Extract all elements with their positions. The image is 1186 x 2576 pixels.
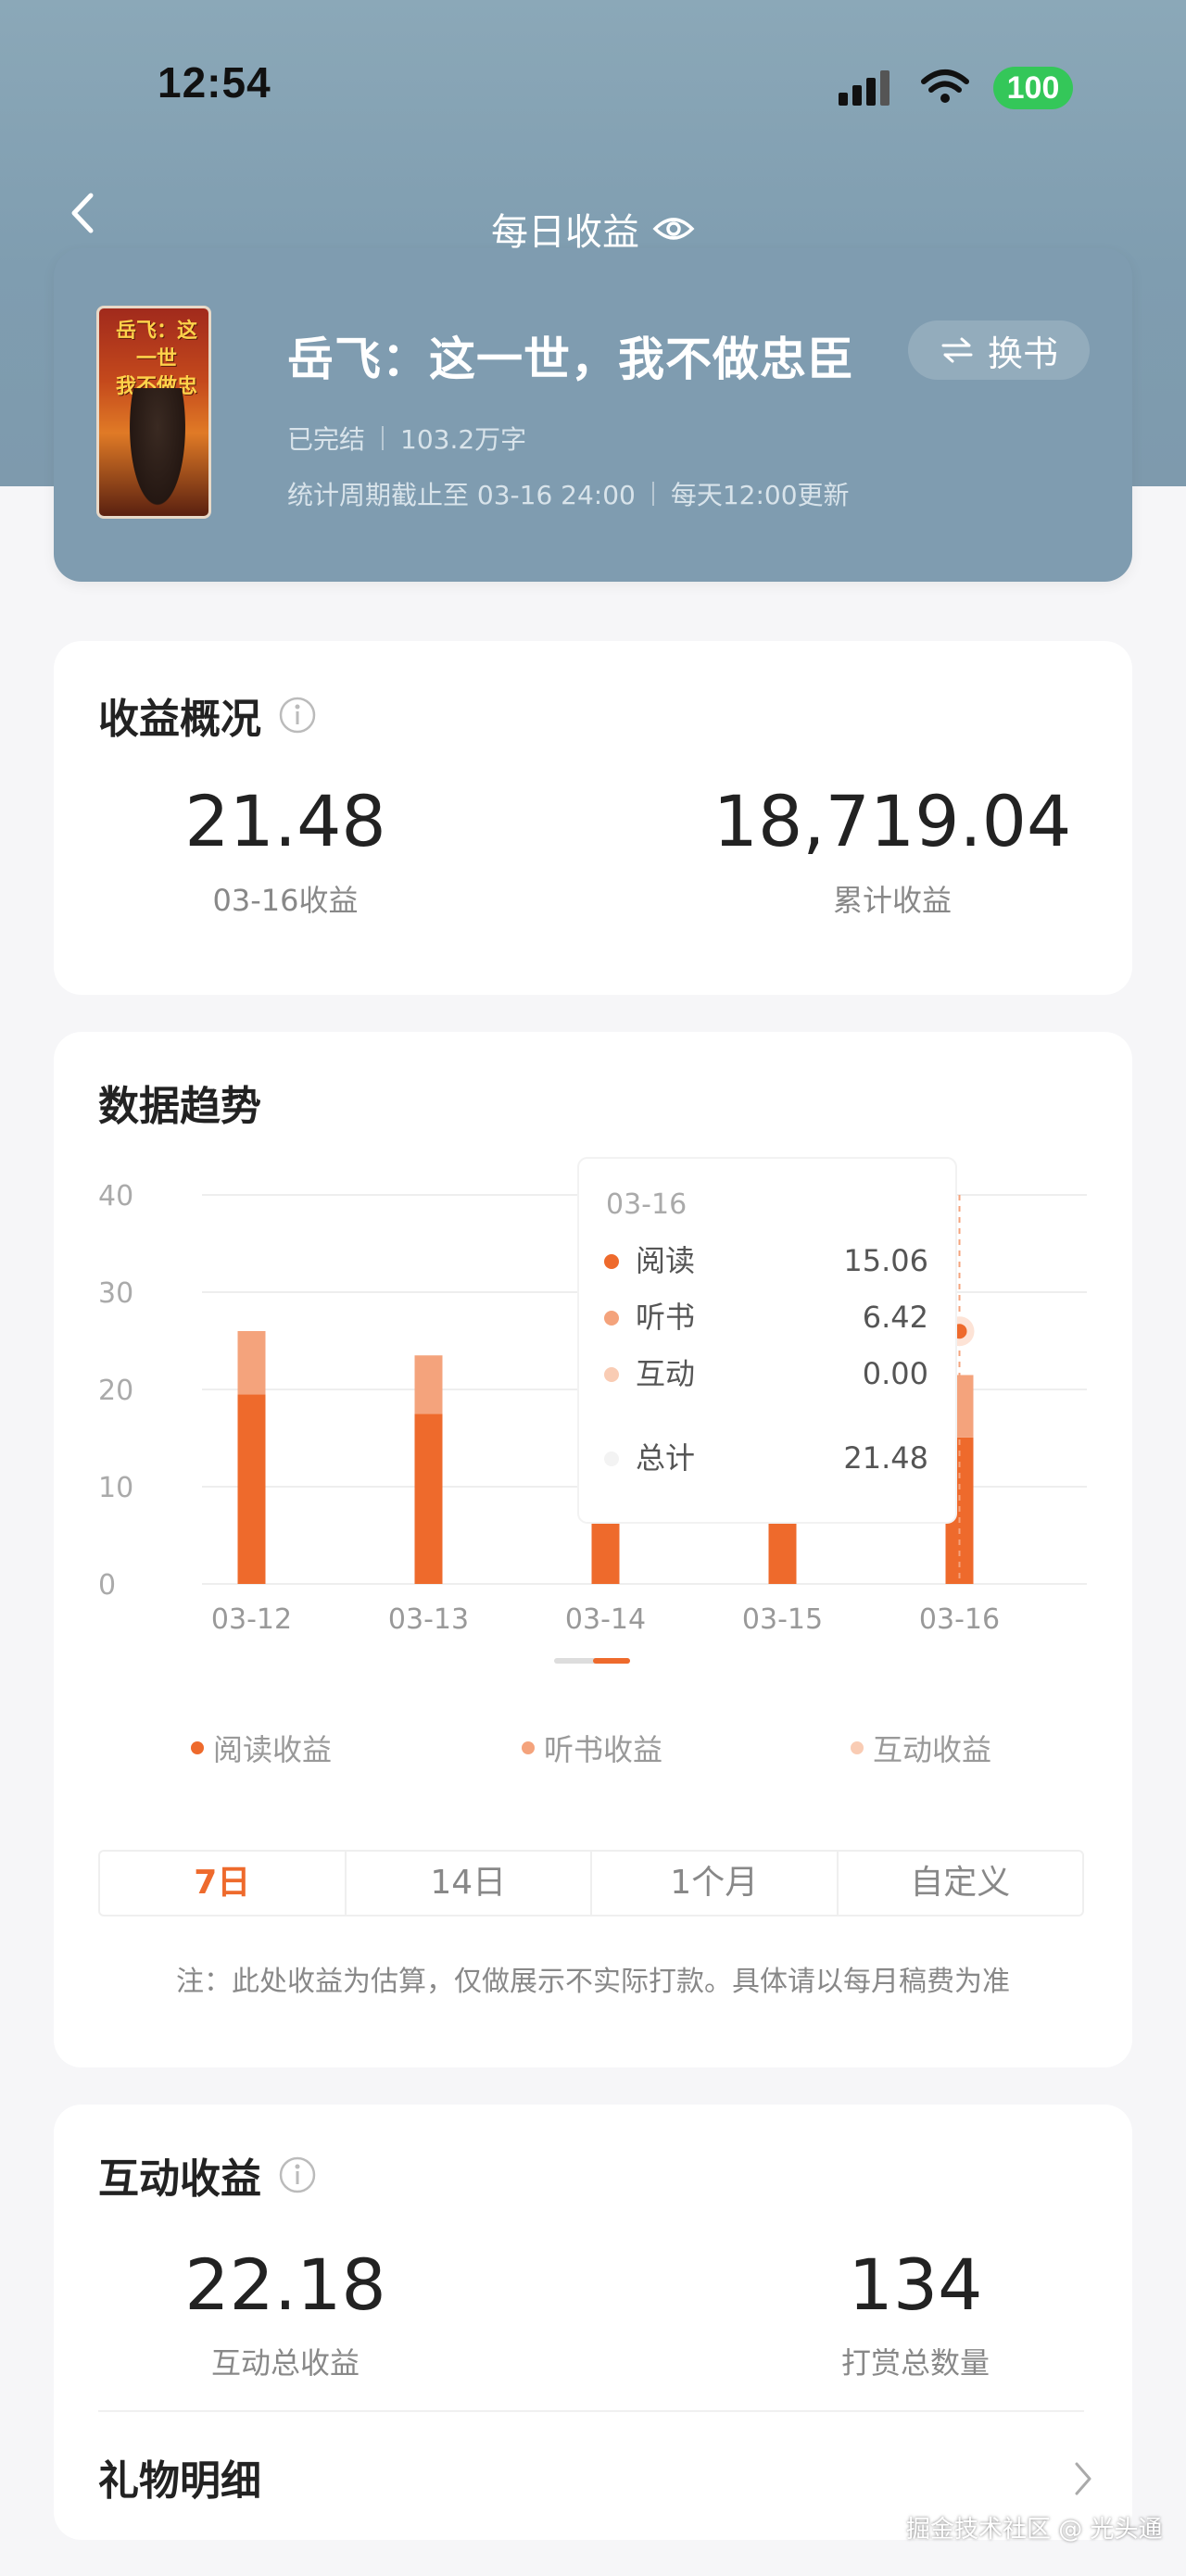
legend-item[interactable]: 阅读收益	[191, 1727, 332, 1769]
trend-card: 数据趋势 0 10 20 30 40 03-12 03-13 03-14 03-15 03-16 0…	[54, 1032, 1132, 2067]
interaction-total-value: 22.18	[184, 2243, 386, 2326]
y-tick-label: 10	[98, 1472, 133, 1504]
word-count: 103.2万字	[400, 424, 527, 455]
watermark: 掘金技术社区 @ 光头通	[906, 2516, 1163, 2544]
daily-earnings-value: 21.48	[184, 780, 386, 862]
daily-earnings-label: 03-16收益	[212, 883, 359, 918]
book-status: 已完结	[287, 424, 366, 455]
tooltip-date: 03-16	[606, 1188, 687, 1221]
range-1m[interactable]: 1个月	[592, 1852, 839, 1915]
x-tick-label: 03-15	[742, 1603, 823, 1636]
tips-count-value: 134	[848, 2243, 983, 2326]
overview-title: 收益概况	[98, 685, 317, 745]
book-meta: 已完结 103.2万字	[287, 420, 526, 457]
tooltip-label: 听书	[636, 1300, 695, 1335]
range-14d[interactable]: 14日	[347, 1852, 592, 1915]
scroll-thumb	[593, 1658, 630, 1664]
disclaimer-note: 注：此处收益为估算，仅做展示不实际打款。具体请以每月稿费为准	[176, 1966, 1010, 1998]
trend-chart: 0 10 20 30 40 03-12 03-13 03-14 03-15 03-16 03-16 阅…	[98, 1157, 1087, 1664]
total-earnings-label: 累计收益	[832, 883, 952, 918]
legend-dot	[191, 1741, 204, 1754]
interaction-total-label: 互动总收益	[210, 2345, 360, 2381]
range-custom[interactable]: 自定义	[839, 1852, 1083, 1915]
swap-book-label: 换书	[987, 333, 1058, 374]
signal-icon	[839, 70, 890, 106]
info-icon[interactable]	[278, 696, 317, 735]
legend-label: 听书收益	[544, 1732, 663, 1767]
x-tick-label: 03-13	[388, 1603, 469, 1636]
range-selector: 7日 14日 1个月 自定义	[98, 1850, 1084, 1916]
tooltip-label: 互动	[636, 1356, 695, 1391]
y-tick-label: 0	[98, 1569, 116, 1602]
x-tick-label: 03-16	[919, 1603, 1000, 1636]
book-cover[interactable]: 岳飞：这一世 我不做忠臣	[96, 306, 211, 519]
tips-count-label: 打赏总数量	[840, 2345, 990, 2381]
cover-figure	[125, 388, 190, 516]
bar-阅读-03-13	[414, 1414, 443, 1584]
tooltip-dot	[604, 1451, 619, 1466]
x-tick-label: 03-14	[565, 1603, 646, 1636]
tooltip-total-label: 总计	[636, 1440, 695, 1476]
swap-icon	[941, 337, 973, 363]
swap-book-button[interactable]: 换书	[908, 320, 1090, 380]
y-tick-label: 30	[98, 1277, 133, 1310]
tooltip-value: 6.42	[863, 1300, 928, 1335]
tooltip-value: 15.06	[843, 1243, 928, 1278]
legend-dot	[522, 1741, 535, 1754]
overview-card: 收益概况 21.48 03-16收益 18,719.04 累计收益	[54, 641, 1132, 995]
tooltip-dot	[604, 1254, 619, 1269]
battery-indicator: 100	[993, 67, 1073, 109]
total-earnings-value: 18,719.04	[713, 780, 1072, 862]
y-tick-label: 40	[98, 1180, 133, 1213]
y-tick-label: 20	[98, 1375, 133, 1407]
divider	[382, 426, 385, 450]
book-card: 岳飞：这一世 我不做忠臣 岳飞：这一世，我不做忠臣 换书 已完结 103.2万字…	[54, 248, 1132, 582]
legend-item[interactable]: 互动收益	[851, 1727, 991, 1769]
bar-听书-03-13	[414, 1355, 443, 1414]
legend-item[interactable]: 听书收益	[522, 1727, 662, 1769]
tooltip-dot	[604, 1311, 619, 1326]
divider	[98, 2410, 1084, 2412]
interaction-title: 互动收益	[98, 2145, 317, 2205]
range-7d[interactable]: 7日	[100, 1852, 347, 1915]
status-time: 12:54	[158, 58, 271, 107]
interaction-title-text: 互动收益	[98, 2155, 261, 2203]
x-tick-label: 03-12	[211, 1603, 292, 1636]
update-text: 每天12:00更新	[670, 480, 850, 510]
gift-detail-row[interactable]: 礼物明细	[98, 2447, 261, 2507]
bar-听书-03-12	[237, 1331, 266, 1395]
period-text: 统计周期截止至 03-16 24:00	[287, 480, 636, 510]
chevron-right-icon[interactable]	[1071, 2460, 1095, 2497]
eye-icon[interactable]	[652, 215, 695, 243]
tooltip-value: 0.00	[863, 1356, 928, 1391]
legend-label: 互动收益	[873, 1732, 992, 1767]
tooltip-label: 阅读	[636, 1243, 695, 1278]
book-title: 岳飞：这一世，我不做忠臣	[287, 333, 854, 386]
tooltip-total-value: 21.48	[843, 1440, 928, 1476]
info-icon[interactable]	[278, 2155, 317, 2194]
legend-dot	[851, 1741, 864, 1754]
bar-阅读-03-12	[237, 1394, 266, 1584]
overview-title-text: 收益概况	[98, 696, 261, 743]
legend-label: 阅读收益	[213, 1732, 333, 1767]
wifi-icon	[921, 69, 969, 103]
divider	[651, 482, 654, 506]
book-period: 统计周期截止至 03-16 24:00 每天12:00更新	[287, 475, 850, 512]
interaction-card: 互动收益 22.18 互动总收益 134 打赏总数量 礼物明细	[54, 2105, 1132, 2540]
tooltip-dot	[604, 1367, 619, 1382]
